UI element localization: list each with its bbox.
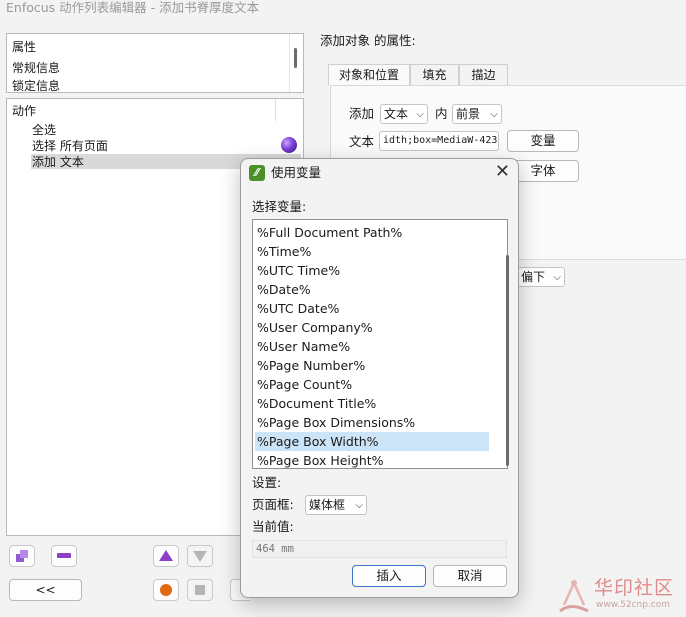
variable-list-item[interactable]: %Page Box Height% [255,451,489,470]
tab-fill[interactable]: 填充 [410,64,459,86]
action-item-add-text[interactable]: 添加 文本 [32,154,84,170]
record-icon [160,584,172,596]
dialog-title: 使用变量 [271,165,322,180]
action-item-select-pages[interactable]: 选择 所有页面 [32,138,108,154]
watermark: 华印社区 www.52cnp.com [552,573,686,615]
variable-list-item[interactable]: %Date% [255,280,489,299]
add-action-button[interactable] [9,545,35,567]
column-divider [275,99,276,121]
variable-list-item[interactable]: %User Name% [255,337,489,356]
remove-action-button[interactable] [51,545,77,567]
chevron-down-icon: ⌵ [553,272,561,283]
variable-list-scrollbar[interactable] [506,255,509,466]
insert-button[interactable]: 插入 [352,565,426,587]
tab-stroke[interactable]: 描边 [459,64,508,86]
properties-title: 添加对象 的属性: [320,33,416,48]
stop-button[interactable] [187,579,213,601]
add-type-select[interactable]: 文本 ⌵ [380,104,428,124]
variable-list-item[interactable]: %Page Count% [255,375,489,394]
status-orb-icon [281,137,297,153]
offset-select[interactable]: 偏下 ⌵ [517,267,565,287]
variable-list-item[interactable]: %Page Number% [255,356,489,375]
tab-object-position[interactable]: 对象和位置 [328,64,410,86]
cancel-button[interactable]: 取消 [433,565,507,587]
properties-pane[interactable]: 属性 常规信息 锁定信息 [6,33,304,93]
page-box-label: 页面框: [252,497,294,512]
title-bar: Enfocus 动作列表编辑器 - 添加书脊厚度文本 [0,0,686,22]
arrow-up-icon [159,550,173,561]
variable-list-item[interactable]: %Time% [255,242,489,261]
page-box-value: 媒体框 [309,498,346,512]
page-box-select[interactable]: 媒体框 ⌵ [305,495,367,515]
layer-select[interactable]: 前景 ⌵ [452,104,502,124]
window-title: Enfocus 动作列表编辑器 - 添加书脊厚度文本 [6,0,260,15]
add-label: 添加 [349,106,375,121]
dialog-app-icon: ⁄⁄ [249,165,265,181]
variable-button[interactable]: 变量 [507,130,579,152]
properties-item-general[interactable]: 常规信息 [12,60,60,76]
actions-header: 动作 [12,104,37,118]
select-variable-label: 选择变量: [252,199,307,214]
current-value-field: 464 mm [252,540,507,558]
record-button[interactable] [153,579,179,601]
arrow-down-icon [193,551,207,562]
add-action-icon [16,550,28,562]
variable-list-item[interactable]: %Page Box Width% [255,432,489,451]
close-icon[interactable]: ✕ [495,161,510,183]
text-label: 文本 [349,134,375,149]
chevron-down-icon: ⌵ [490,109,498,120]
move-down-button[interactable] [187,545,213,567]
minus-icon [57,553,71,558]
stop-icon [195,585,205,595]
watermark-logo-icon [559,579,589,613]
variable-list-item[interactable]: %Document Title% [255,394,489,413]
in-label: 内 [435,106,448,121]
variable-list-item[interactable]: %Page Box Dimensions% [255,413,489,432]
variable-list-item[interactable]: %UTC Time% [255,261,489,280]
variable-list-item[interactable]: %UTC Date% [255,299,489,318]
watermark-site-name: 华印社区 [594,577,675,599]
add-type-value: 文本 [384,107,409,121]
properties-header[interactable]: 属性 [12,39,36,55]
variable-list-item[interactable]: %Full Document Path% [255,223,489,242]
back-button[interactable]: << [9,579,82,601]
properties-scrollbar[interactable] [289,34,301,92]
move-up-button[interactable] [153,545,179,567]
watermark-url: www.52cnp.com [596,600,671,610]
layer-value: 前景 [456,107,481,121]
variable-list-item[interactable]: %User Company% [255,318,489,337]
properties-item-lock[interactable]: 锁定信息 [12,78,60,92]
action-item-select-all[interactable]: 全选 [32,122,56,138]
use-variable-dialog: ⁄⁄ 使用变量 ✕ 选择变量: %Full Document Path% %Tim… [240,158,519,598]
text-input[interactable]: idth;box=MediaW-423 [379,131,499,151]
chevron-down-icon: ⌵ [416,109,424,120]
current-value-label: 当前值: [252,519,294,534]
scroll-thumb[interactable] [294,48,297,68]
offset-value: 偏下 [521,270,546,284]
chevron-down-icon: ⌵ [355,500,363,511]
settings-label: 设置: [252,475,282,490]
variable-list[interactable]: %Full Document Path% %Time% %UTC Time% %Dat… [252,219,508,469]
